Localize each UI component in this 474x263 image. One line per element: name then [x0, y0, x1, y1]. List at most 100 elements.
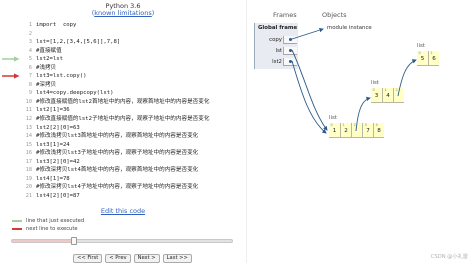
list-cell: 01	[329, 123, 340, 138]
code-line: 21 lst4[2][0]=87	[0, 192, 246, 201]
last-button[interactable]: Last >>	[162, 254, 192, 263]
code-line: 16 #修改浅拷贝lst3子地址中的内容，观察子地址中的内容是否变化	[0, 149, 246, 158]
prev-button[interactable]: < Prev	[105, 254, 131, 263]
list-object-outer: list 01 12 2 37 48	[329, 115, 384, 138]
legend-next-label: next line to execute	[26, 226, 78, 232]
code-line: 17 lst3[2][0]=42	[0, 158, 246, 167]
line-number: 19	[25, 175, 32, 182]
step-slider[interactable]	[11, 237, 233, 245]
red-line-swatch	[12, 227, 22, 230]
next-line-arrow-icon	[2, 73, 20, 80]
line-number: 13	[25, 124, 32, 131]
line-number: 17	[25, 158, 32, 165]
just-executed-arrow-icon	[2, 56, 20, 62]
legend-just-executed: line that just executed	[12, 218, 84, 224]
line-text: #深拷贝	[36, 81, 57, 88]
code-line: 20 #修改深拷贝lst4子地址中的内容，观察子地址中的内容是否变化	[0, 183, 246, 192]
navigation-buttons: << First < Prev Next > Last >>	[73, 254, 192, 263]
list-cell-pointer: 2	[351, 123, 362, 138]
edit-code-link[interactable]: Edit this code	[0, 207, 246, 215]
code-listing: 1 import copy 2 3 lst=[1,2,[3,4,[5,6]],7…	[0, 21, 246, 200]
var-value-box	[283, 47, 297, 55]
line-number: 12	[25, 116, 32, 123]
line-text: lst2=lst	[36, 56, 63, 63]
line-number: 7	[28, 73, 32, 80]
var-row-copy: copy	[255, 35, 299, 45]
line-number: 9	[28, 90, 32, 97]
line-number: 5	[28, 56, 32, 63]
code-line: 3 lst=[1,2,[3,4,[5,6]],7,8]	[0, 38, 246, 47]
global-frame-title: Global frame	[258, 25, 298, 31]
line-number: 8	[28, 81, 32, 88]
list-type-label: list	[329, 115, 337, 121]
line-number: 1	[28, 22, 32, 28]
code-line: 4 #直接赋值	[0, 47, 246, 56]
line-number: 4	[28, 47, 32, 54]
known-limitations-link[interactable]: (known limitations)	[0, 9, 246, 17]
line-text: #修改直接赋值的lst2首地址中的内容，观察首地址中的内容是否变化	[36, 98, 210, 105]
var-name: lst2	[272, 59, 282, 65]
line-text: #修改直接赋值的lst2子地址中的内容，观察子地址中的内容是否变化	[36, 116, 210, 123]
line-text: #修改浅拷贝lst3首地址中的内容，观察首地址中的内容是否变化	[36, 133, 199, 140]
list-cell: 16	[428, 51, 439, 66]
code-panel: Python 3.6 (known limitations) 1 import …	[0, 0, 246, 263]
line-number: 15	[25, 141, 32, 148]
line-text: #浅拷贝	[36, 64, 57, 71]
code-line: 12 #修改直接赋值的lst2子地址中的内容，观察子地址中的内容是否变化	[0, 115, 246, 124]
code-line: 19 lst4[1]=78	[0, 175, 246, 184]
code-line: 14 #修改浅拷贝lst3首地址中的内容，观察首地址中的内容是否变化	[0, 132, 246, 141]
slider-progress	[12, 240, 74, 242]
line-text: lst2[2][0]=63	[36, 124, 80, 131]
line-text: lst3[1]=24	[36, 141, 70, 148]
var-value-box	[283, 58, 297, 66]
line-number: 6	[28, 64, 32, 71]
line-number: 3	[28, 39, 32, 46]
line-number: 14	[25, 133, 32, 140]
line-text: lst3[2][0]=42	[36, 158, 80, 165]
list-object-inner: list 05 16	[417, 43, 439, 66]
next-button[interactable]: Next >	[133, 254, 160, 263]
first-button[interactable]: << First	[73, 254, 103, 263]
line-number: 11	[25, 107, 32, 114]
var-row-lst: lst	[255, 46, 299, 56]
line-number: 16	[25, 150, 32, 157]
var-name: lst	[275, 48, 282, 54]
list-cell: 48	[373, 123, 384, 138]
code-line: 11 lst2[1]=36	[0, 106, 246, 115]
code-line-just-executed: 5 lst2=lst	[0, 55, 246, 64]
code-line: 6 #浅拷贝	[0, 64, 246, 73]
line-number: 10	[25, 98, 32, 105]
code-line: 1 import copy	[0, 21, 246, 30]
line-text: lst3=lst.copy()	[36, 73, 87, 80]
code-line: 8 #深拷贝	[0, 81, 246, 90]
code-line: 15 lst3[1]=24	[0, 141, 246, 150]
var-row-lst2: lst2	[255, 57, 299, 67]
watermark: CSDN @小礼雷	[430, 254, 468, 260]
objects-label: Objects	[322, 11, 347, 19]
code-line-next: 7 lst3=lst.copy()	[0, 72, 246, 81]
slider-handle[interactable]	[70, 237, 77, 245]
pointer-dot-icon	[289, 49, 292, 52]
code-line: 18 #修改深拷贝lst4首地址中的内容，观察首地址中的内容是否变化	[0, 166, 246, 175]
line-text: lst4[2][0]=87	[36, 192, 80, 199]
visualization-panel: Frames Objects Global frame copy lst lst…	[246, 0, 474, 263]
frames-label: Frames	[273, 11, 297, 19]
list-object-middle: list 03 14 2	[371, 80, 404, 103]
code-line: 9 lst4=copy.deepcopy(lst)	[0, 89, 246, 98]
list-cell: 12	[340, 123, 351, 138]
line-text: lst4[1]=78	[36, 175, 70, 182]
list-cell: 03	[371, 88, 382, 103]
line-text: #直接赋值	[36, 47, 62, 54]
line-text: import copy	[36, 22, 77, 28]
line-text: #修改深拷贝lst4首地址中的内容，观察首地址中的内容是否变化	[36, 167, 199, 174]
line-text: lst=[1,2,[3,4,[5,6]],7,8]	[36, 39, 121, 46]
legend-executed-label: line that just executed	[26, 218, 85, 224]
var-name: copy	[269, 37, 282, 43]
list-type-label: list	[371, 80, 379, 86]
line-text: #修改深拷贝lst4子地址中的内容，观察子地址中的内容是否变化	[36, 184, 199, 191]
code-line: 13 lst2[2][0]=63	[0, 124, 246, 133]
line-text: lst4=copy.deepcopy(lst)	[36, 90, 114, 97]
list-cell: 14	[382, 88, 393, 103]
list-type-label: list	[417, 43, 425, 49]
legend-next-line: next line to execute	[12, 226, 78, 232]
